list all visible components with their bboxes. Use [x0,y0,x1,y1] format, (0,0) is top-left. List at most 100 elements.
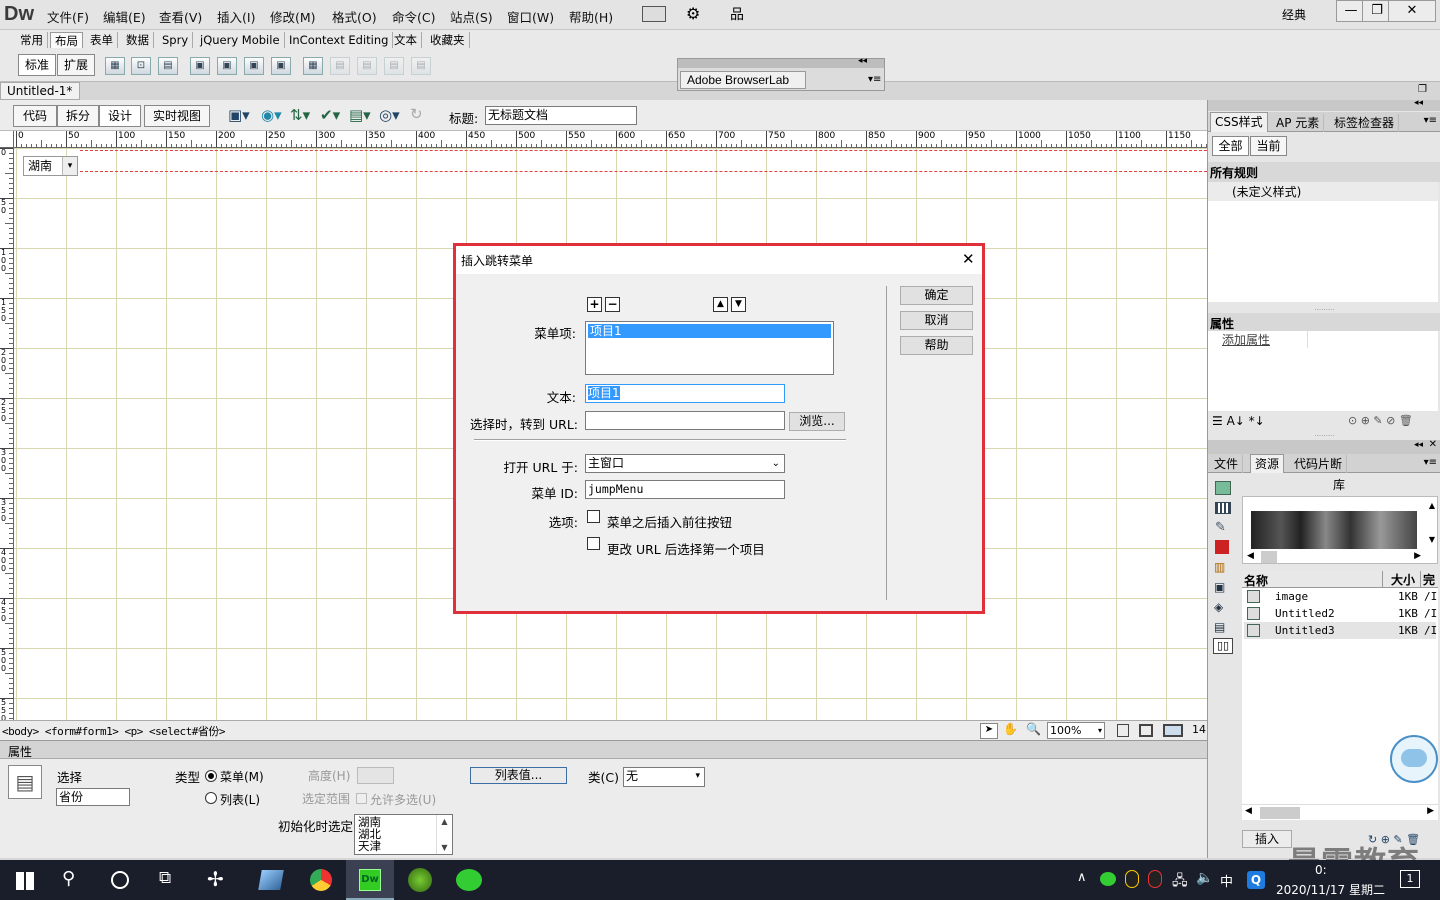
network-icon[interactable]: 🖧 [1172,870,1188,894]
text-input[interactable]: 项目1 [585,384,785,403]
layout-icon[interactable] [642,6,666,22]
document-tab[interactable]: Untitled-1* [0,82,80,100]
doc-title-input[interactable]: 无标题文档 [485,106,637,125]
file-manage-icon[interactable]: ⇅▾ [290,106,310,124]
notes-app-icon[interactable] [258,870,284,890]
class-select[interactable]: 无 ▾ [623,767,705,787]
task-view-icon[interactable]: ⧉ [159,868,171,888]
help-button[interactable]: 帮助 [900,336,973,355]
tab-spry[interactable]: Spry [158,32,194,48]
open-in-select[interactable]: 主窗口 ⌄ [585,454,785,473]
list-values-button[interactable]: 列表值... [470,767,567,784]
files-hscroll[interactable]: ◀ ▶ [1242,804,1438,820]
url-input[interactable] [585,411,785,430]
live-view-button[interactable]: 实时视图 [144,105,210,127]
clock-time[interactable]: 0: [1315,863,1327,877]
menu-id-input[interactable]: jumpMenu [585,480,785,499]
browse-button[interactable]: 浏览... [789,412,845,431]
tray-qq2-icon[interactable] [1148,870,1162,888]
menu-file[interactable]: 文件(F) [47,7,89,26]
tray-expand-icon[interactable]: ∧ [1077,870,1087,885]
tab-css-styles[interactable]: CSS样式 [1210,112,1268,132]
tab-ap-elements[interactable]: AP 元素 [1272,114,1325,132]
properties-header[interactable]: 属性 [0,741,1207,759]
remove-item-button[interactable]: − [605,297,620,312]
mobile-size-icon[interactable] [1117,724,1129,737]
category-view-icon[interactable]: ☰ A↓ *↓ [1212,414,1265,428]
add-item-button[interactable]: + [587,297,602,312]
scroll-right-icon[interactable]: ▶ [1414,551,1421,561]
undefined-style-item[interactable]: (未定义样式) [1208,182,1438,201]
close-panel-icon[interactable]: ✕ [1429,439,1437,450]
tab-layout[interactable]: 布局 [50,32,83,48]
shockwave-icon[interactable]: ▥ [1214,560,1225,574]
tab-data[interactable]: 数据 [122,32,154,48]
tab-assets[interactable]: 资源 [1250,454,1285,473]
tab-jquery-mobile[interactable]: jQuery Mobile [196,32,285,48]
restore-doc-icon[interactable]: ❐ [1418,84,1427,95]
panel-menu-icon[interactable]: ▾≡ [1424,115,1437,126]
menu-help[interactable]: 帮助(H) [569,7,613,26]
tag-selector[interactable]: <body> <form#form1> <p> <select#省份> [2,723,226,739]
templates-icon[interactable]: ▤ [1214,620,1225,634]
workspace-switcher[interactable]: 经典 [1282,6,1306,23]
standard-mode-button[interactable]: 标准 [18,54,56,76]
scroll-right-icon[interactable]: ▶ [1427,806,1434,816]
menu-modify[interactable]: 修改(M) [270,7,316,26]
menu-insert[interactable]: 插入(I) [217,7,255,26]
panel-grip[interactable]: ◂◂ [1208,98,1440,111]
list-scrollbar[interactable]: ▲ ▼ [436,815,452,854]
css-all-button[interactable]: 全部 [1212,136,1249,156]
browserlab-panel[interactable]: ◂◂ Adobe BrowserLab ▾≡ [677,56,885,91]
colors-icon[interactable] [1215,502,1231,514]
spry-collapsible-icon[interactable]: ▣ [271,57,291,75]
table-row[interactable]: image 1KB /I [1244,588,1437,605]
spry-menu-icon[interactable]: ▣ [190,57,210,75]
col-name[interactable]: 名称 [1244,572,1268,589]
clock-date[interactable]: 2020/11/17 星期二 [1276,881,1385,898]
col-size[interactable]: 大小 [1382,571,1418,588]
windows-start-icon[interactable] [16,872,34,890]
scroll-left-icon[interactable]: ◀ [1247,551,1254,561]
table-row[interactable]: Untitled3 1KB /I [1244,622,1437,639]
multiscreen-icon[interactable]: ▣▾ [228,106,250,124]
menu-format[interactable]: 格式(O) [332,7,377,26]
browserlab-tab[interactable]: Adobe BrowserLab [680,71,806,89]
urls-icon[interactable]: ✎ [1215,520,1226,535]
select-name-input[interactable]: 省份 [56,788,130,806]
scroll-down-icon[interactable]: ▼ [1429,535,1435,544]
menu-edit[interactable]: 编辑(E) [103,7,146,26]
css-properties-list[interactable]: 添加属性 [1208,331,1438,411]
tab-files[interactable]: 文件 [1210,455,1244,473]
spry-tabbed-icon[interactable]: ▣ [217,57,237,75]
code-view-button[interactable]: 代码 [13,105,57,127]
scripts-icon[interactable]: ◈ [1214,600,1223,614]
hand-tool-icon[interactable]: ✋ [1003,722,1018,736]
type-menu-radio[interactable] [205,770,217,782]
ruler-corner[interactable] [0,131,14,148]
css-rules-list[interactable]: (未定义样式) [1208,182,1438,302]
menu-window[interactable]: 窗口(W) [507,7,554,26]
validate-icon[interactable]: ✔▾ [320,106,340,124]
menu-view[interactable]: 查看(V) [159,7,202,26]
swf-icon[interactable] [1215,540,1229,554]
search-icon[interactable]: ⚲ [62,868,75,889]
melon-app-icon[interactable] [408,868,432,892]
tab-common[interactable]: 常用 [16,32,48,48]
select-first-item-checkbox[interactable] [587,537,600,550]
table-icon[interactable]: ▦ [105,57,125,75]
tray-qq-icon[interactable] [1125,870,1139,888]
library-icon[interactable]: ▯▯ [1213,638,1233,654]
menu-items-list[interactable]: 项目1 [585,321,834,375]
collapse-icon[interactable]: ◂◂ [858,56,867,66]
panel-menu-icon[interactable]: ▾≡ [1424,457,1437,468]
tab-forms[interactable]: 表单 [86,32,118,48]
type-list-radio[interactable] [205,792,217,804]
css-current-button[interactable]: 当前 [1250,136,1287,156]
menu-commands[interactable]: 命令(C) [392,7,435,26]
collapse-icon[interactable]: ◂◂ [1414,98,1423,108]
assistant-bubble[interactable] [1390,735,1438,783]
dreamweaver-task[interactable]: Dw [346,860,394,900]
scroll-up-icon[interactable]: ▲ [1429,501,1435,510]
tab-snippets[interactable]: 代码片断 [1290,455,1348,473]
